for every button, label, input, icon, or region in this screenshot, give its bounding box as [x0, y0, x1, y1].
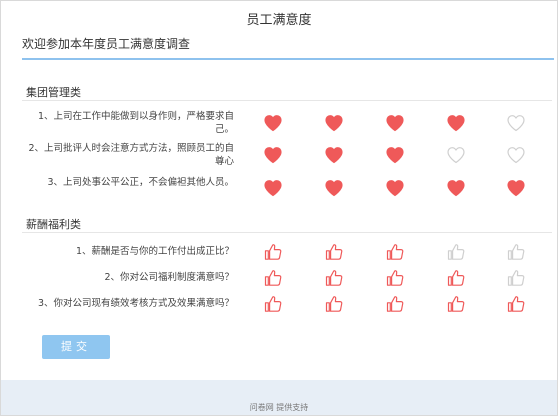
thumbs-up-icon[interactable] [385, 268, 405, 288]
thumbs-up-icon[interactable] [446, 268, 466, 288]
thumbs-up-icon[interactable] [263, 242, 283, 262]
submit-button[interactable]: 提交 [42, 335, 110, 359]
header-divider [22, 58, 554, 60]
question-text: 3、上司处事公平公正，不会偏袒其他人员。 [47, 177, 234, 188]
thumbs-up-icon[interactable] [446, 294, 466, 314]
heart-icon[interactable] [506, 145, 526, 165]
heart-icon[interactable] [263, 113, 283, 133]
section-title-management: 集团管理类 [26, 86, 81, 99]
section-title-compensation: 薪酬福利类 [26, 218, 81, 231]
heart-icon[interactable] [446, 145, 466, 165]
thumbs-up-icon[interactable] [263, 268, 283, 288]
question-row: 3、上司处事公平公正，不会偏袒其他人员。 [0, 175, 558, 201]
question-text: 2、上司批评人时会注意方式方法，照顾员工的自尊心 [28, 143, 234, 167]
heart-icon[interactable] [446, 113, 466, 133]
heart-icon[interactable] [385, 113, 405, 133]
thumbs-up-icon[interactable] [263, 294, 283, 314]
thumbs-up-icon[interactable] [324, 242, 344, 262]
thumbs-up-icon[interactable] [324, 294, 344, 314]
question-row: 1、薪酬是否与你的工作付出成正比？ [0, 241, 558, 267]
thumbs-up-icon[interactable] [324, 268, 344, 288]
footer-bar: 问卷网 提供支持 [1, 380, 557, 415]
question-text: 3、你对公司现有绩效考核方式及效果满意吗？ [37, 298, 234, 309]
heart-icon[interactable] [324, 178, 344, 198]
thumbs-up-icon[interactable] [446, 242, 466, 262]
question-text: 1、薪酬是否与你的工作付出成正比？ [75, 246, 234, 257]
thumbs-up-icon[interactable] [506, 268, 526, 288]
question-row: 2、你对公司福利制度满意吗？ [0, 267, 558, 293]
heart-icon[interactable] [506, 178, 526, 198]
section-divider [22, 232, 552, 233]
heart-icon[interactable] [263, 178, 283, 198]
question-row: 2、上司批评人时会注意方式方法，照顾员工的自尊心 [0, 142, 558, 168]
question-text: 1、上司在工作中能做到以身作则，严格要求自己。 [37, 111, 234, 135]
thumbs-up-icon[interactable] [506, 242, 526, 262]
thumbs-up-icon[interactable] [506, 294, 526, 314]
page-title: 员工满意度 [246, 13, 312, 28]
heart-icon[interactable] [506, 113, 526, 133]
question-row: 1、上司在工作中能做到以身作则，严格要求自己。 [0, 110, 558, 136]
question-row: 3、你对公司现有绩效考核方式及效果满意吗？ [0, 293, 558, 319]
question-text: 2、你对公司福利制度满意吗？ [104, 272, 234, 283]
thumbs-up-icon[interactable] [385, 242, 405, 262]
thumbs-up-icon[interactable] [385, 294, 405, 314]
heart-icon[interactable] [263, 145, 283, 165]
survey-welcome-text: 欢迎参加本年度员工满意度调查 [22, 37, 191, 51]
footer-text: 问卷网 提供支持 [249, 403, 309, 412]
heart-icon[interactable] [446, 178, 466, 198]
heart-icon[interactable] [324, 145, 344, 165]
heart-icon[interactable] [324, 113, 344, 133]
heart-icon[interactable] [385, 178, 405, 198]
heart-icon[interactable] [385, 145, 405, 165]
section-divider [22, 100, 552, 101]
